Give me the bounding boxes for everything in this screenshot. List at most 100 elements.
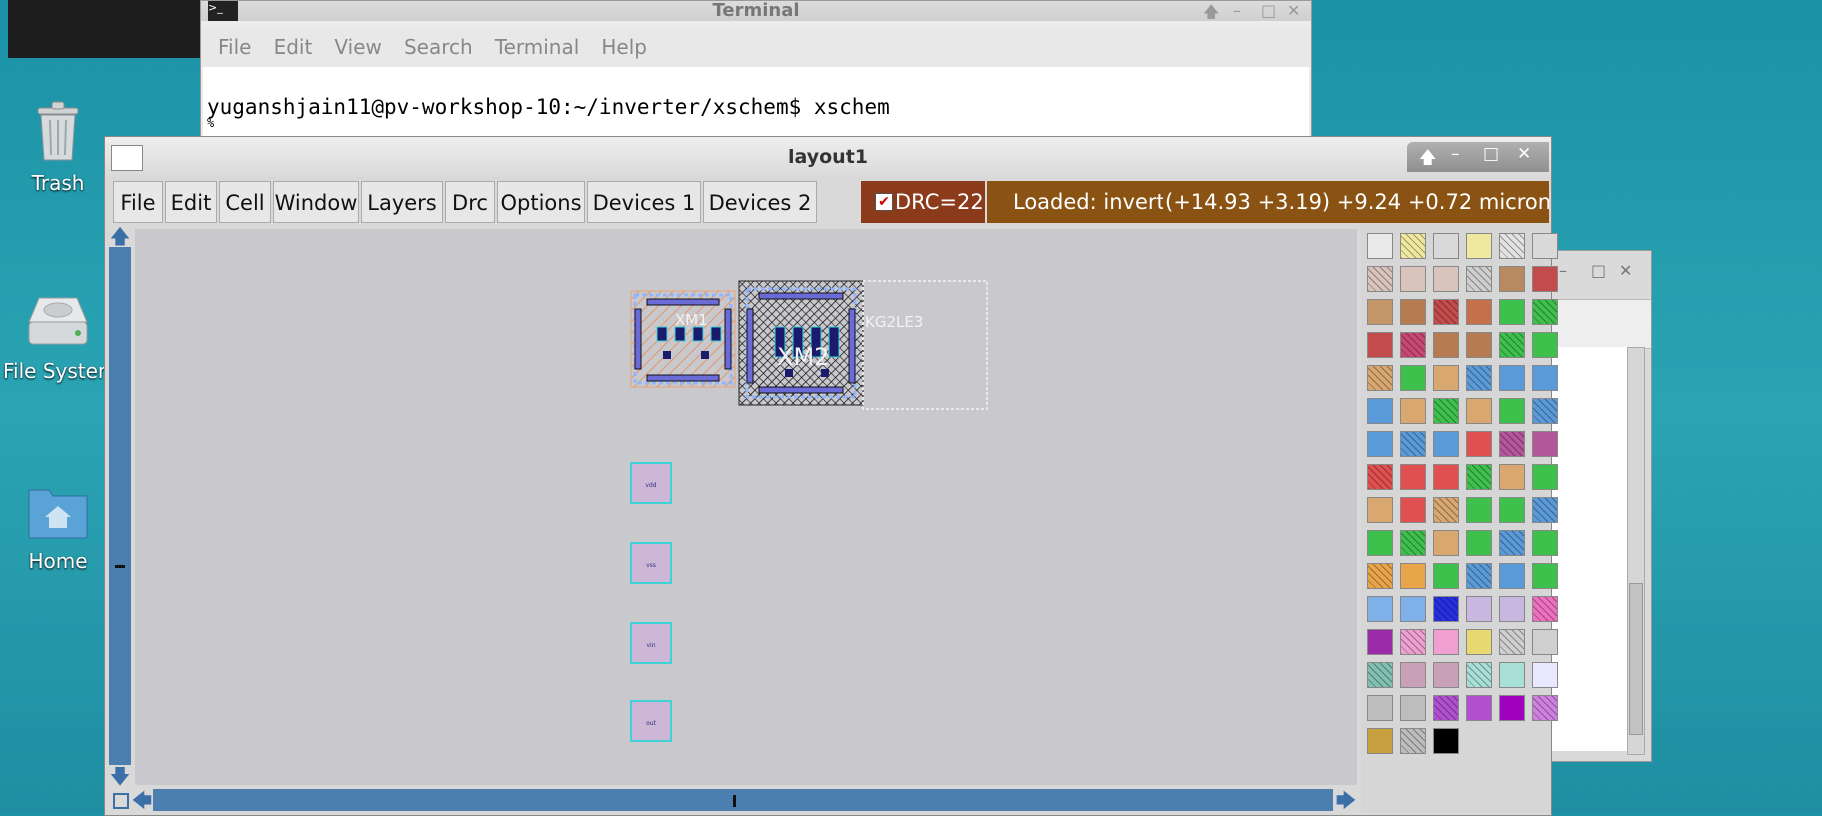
terminal-menu-edit[interactable]: Edit bbox=[274, 27, 313, 67]
layer-swatch[interactable] bbox=[1400, 497, 1426, 523]
layer-swatch[interactable] bbox=[1466, 530, 1492, 556]
menu-layers[interactable]: Layers bbox=[361, 181, 443, 223]
layer-swatch[interactable] bbox=[1367, 695, 1393, 721]
terminal-menu-help[interactable]: Help bbox=[601, 27, 647, 67]
layer-swatch[interactable] bbox=[1466, 596, 1492, 622]
layer-swatch[interactable] bbox=[1499, 695, 1525, 721]
pad-out[interactable]: out bbox=[630, 700, 672, 742]
layer-swatch[interactable] bbox=[1499, 365, 1525, 391]
layer-swatch[interactable] bbox=[1433, 365, 1459, 391]
layer-swatch[interactable] bbox=[1532, 233, 1558, 259]
layer-swatch[interactable] bbox=[1400, 464, 1426, 490]
transistor-xm1[interactable] bbox=[630, 290, 736, 388]
layer-swatch[interactable] bbox=[1367, 497, 1393, 523]
layer-swatch[interactable] bbox=[1433, 530, 1459, 556]
horizontal-scroll-thumb[interactable] bbox=[733, 795, 736, 807]
terminal-shade-icon[interactable]: 🡅 bbox=[1203, 1, 1219, 28]
layer-swatch[interactable] bbox=[1532, 332, 1558, 358]
scroll-left-icon[interactable]: 🡄 bbox=[131, 789, 153, 811]
layer-swatch[interactable] bbox=[1400, 431, 1426, 457]
layer-swatch[interactable] bbox=[1466, 233, 1492, 259]
layer-swatch[interactable] bbox=[1433, 431, 1459, 457]
layer-swatch[interactable] bbox=[1532, 398, 1558, 424]
drc-checkbox[interactable]: ✔ bbox=[875, 193, 893, 211]
layer-swatch[interactable] bbox=[1466, 398, 1492, 424]
layer-swatch[interactable] bbox=[1367, 530, 1393, 556]
layer-swatch[interactable] bbox=[1400, 332, 1426, 358]
layer-swatch[interactable] bbox=[1433, 563, 1459, 589]
layer-swatch[interactable] bbox=[1499, 497, 1525, 523]
layer-swatch[interactable] bbox=[1433, 728, 1459, 754]
layer-swatch[interactable] bbox=[1400, 233, 1426, 259]
layer-swatch[interactable] bbox=[1400, 398, 1426, 424]
layer-swatch[interactable] bbox=[1532, 266, 1558, 292]
menu-edit[interactable]: Edit bbox=[165, 181, 217, 223]
layer-swatch[interactable] bbox=[1400, 596, 1426, 622]
layer-swatch[interactable] bbox=[1499, 563, 1525, 589]
layer-swatch[interactable] bbox=[1466, 464, 1492, 490]
terminal-minimize-icon[interactable]: – bbox=[1233, 1, 1241, 20]
terminal-output[interactable]: yuganshjain11@pv-workshop-10:~/inverter/… bbox=[203, 67, 1309, 141]
layer-swatch[interactable] bbox=[1532, 662, 1558, 688]
dialog-maximize-icon[interactable]: □ bbox=[1591, 261, 1606, 280]
menu-file[interactable]: File bbox=[113, 181, 163, 223]
terminal-menu-search[interactable]: Search bbox=[404, 27, 473, 67]
layout-close-icon[interactable]: ✕ bbox=[1517, 144, 1531, 164]
layer-swatch[interactable] bbox=[1400, 695, 1426, 721]
cell-outline[interactable] bbox=[862, 280, 988, 410]
layer-swatch[interactable] bbox=[1466, 266, 1492, 292]
menu-cell[interactable]: Cell bbox=[219, 181, 271, 223]
layer-swatch[interactable] bbox=[1433, 662, 1459, 688]
layer-swatch[interactable] bbox=[1433, 398, 1459, 424]
layer-swatch[interactable] bbox=[1532, 563, 1558, 589]
layer-swatch[interactable] bbox=[1532, 596, 1558, 622]
layer-swatch[interactable] bbox=[1499, 332, 1525, 358]
layer-swatch[interactable] bbox=[1367, 266, 1393, 292]
layer-swatch[interactable] bbox=[1367, 464, 1393, 490]
layer-swatch[interactable] bbox=[1367, 728, 1393, 754]
home-desktop-icon[interactable]: Home bbox=[3, 482, 113, 573]
layer-swatch[interactable] bbox=[1499, 233, 1525, 259]
vertical-scrollbar[interactable]: 🡅 🡇 bbox=[109, 225, 131, 787]
dialog-list[interactable] bbox=[1551, 347, 1629, 751]
layer-swatch[interactable] bbox=[1466, 497, 1492, 523]
layer-swatch[interactable] bbox=[1532, 695, 1558, 721]
layer-swatch[interactable] bbox=[1499, 266, 1525, 292]
layer-swatch[interactable] bbox=[1499, 530, 1525, 556]
layer-swatch[interactable] bbox=[1466, 365, 1492, 391]
layer-swatch[interactable] bbox=[1433, 497, 1459, 523]
layer-swatch[interactable] bbox=[1367, 563, 1393, 589]
menu-drc[interactable]: Drc bbox=[445, 181, 495, 223]
menu-devices-2[interactable]: Devices 2 bbox=[703, 181, 817, 223]
layer-swatch[interactable] bbox=[1532, 299, 1558, 325]
layer-swatch[interactable] bbox=[1532, 365, 1558, 391]
layer-swatch[interactable] bbox=[1532, 431, 1558, 457]
layer-swatch[interactable] bbox=[1499, 431, 1525, 457]
filesystem-desktop-icon[interactable]: File System bbox=[3, 292, 117, 383]
layer-swatch[interactable] bbox=[1400, 266, 1426, 292]
drc-toggle[interactable]: ✔ DRC=22 bbox=[861, 181, 985, 223]
layer-swatch[interactable] bbox=[1532, 530, 1558, 556]
dialog-close-icon[interactable]: ✕ bbox=[1619, 261, 1632, 280]
horizontal-scrollbar[interactable] bbox=[153, 789, 1333, 811]
scroll-right-icon[interactable]: 🡆 bbox=[1335, 789, 1357, 811]
layer-swatch[interactable] bbox=[1499, 464, 1525, 490]
dialog-minimize-icon[interactable]: – bbox=[1559, 261, 1567, 280]
layer-swatch[interactable] bbox=[1367, 332, 1393, 358]
terminal-menu-view[interactable]: View bbox=[334, 27, 381, 67]
layout-maximize-icon[interactable]: □ bbox=[1483, 144, 1499, 164]
layer-swatch[interactable] bbox=[1367, 431, 1393, 457]
layer-swatch[interactable] bbox=[1400, 563, 1426, 589]
layer-swatch[interactable] bbox=[1400, 530, 1426, 556]
layer-swatch[interactable] bbox=[1400, 365, 1426, 391]
layer-swatch[interactable] bbox=[1532, 629, 1558, 655]
terminal-maximize-icon[interactable]: □ bbox=[1261, 1, 1276, 20]
layer-swatch[interactable] bbox=[1433, 596, 1459, 622]
menu-window[interactable]: Window bbox=[273, 181, 359, 223]
layer-swatch[interactable] bbox=[1367, 629, 1393, 655]
layer-swatch[interactable] bbox=[1433, 332, 1459, 358]
layout-canvas[interactable]: XM2 XM1 KG2LE3 vdd vss vin out bbox=[135, 229, 1357, 785]
layer-swatch[interactable] bbox=[1499, 596, 1525, 622]
layer-swatch[interactable] bbox=[1400, 299, 1426, 325]
layer-swatch[interactable] bbox=[1367, 365, 1393, 391]
